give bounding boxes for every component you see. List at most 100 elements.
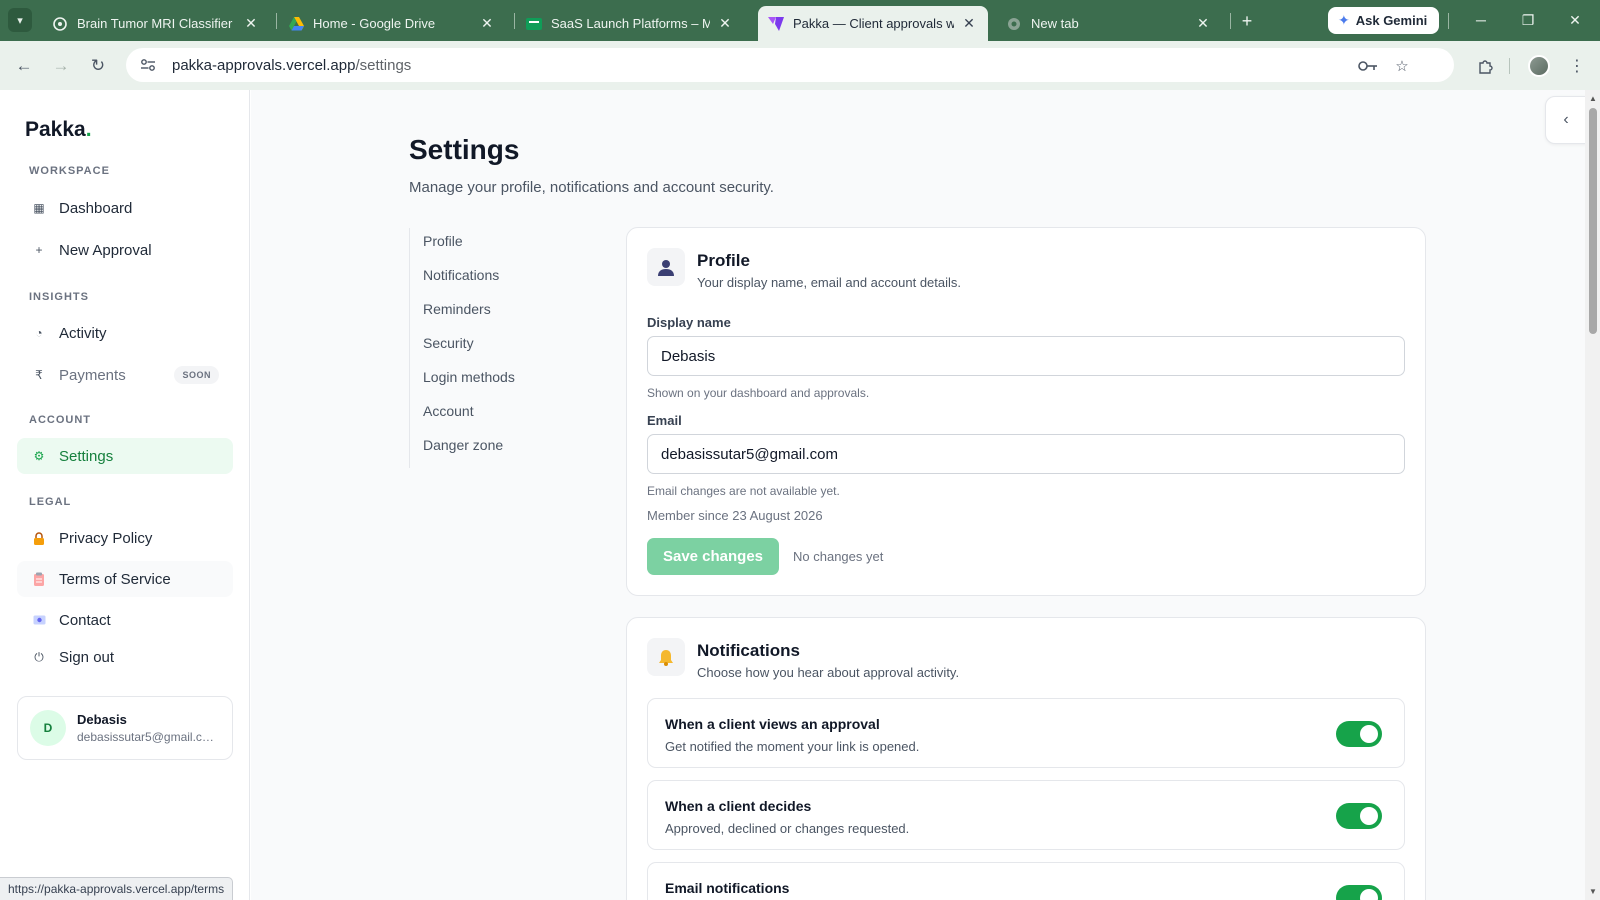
bell-icon — [647, 638, 685, 676]
tab-saas-launch[interactable]: SaaS Launch Platforms – Mast ✕ — [516, 6, 744, 41]
email-hint: Email changes are not available yet. — [647, 484, 840, 498]
scroll-thumb[interactable] — [1589, 108, 1597, 334]
member-since: Member since 23 August 2026 — [647, 508, 823, 523]
tab-pakka-active[interactable]: Pakka — Client approvals wit ✕ — [758, 6, 988, 41]
close-tab-icon[interactable]: ✕ — [478, 15, 496, 33]
back-arrow-icon[interactable]: ← — [11, 53, 37, 79]
gear-icon: ⚙ — [33, 449, 45, 463]
profile-avatar-icon[interactable] — [1528, 55, 1550, 77]
notif-title: Email notifications — [665, 880, 790, 896]
sidebar-item-label: Contact — [59, 611, 111, 629]
new-tab-plus-icon[interactable]: + — [1236, 10, 1258, 32]
reload-icon[interactable]: ↻ — [85, 53, 111, 79]
chrome-favicon-icon — [1006, 16, 1022, 32]
toggle-client-views[interactable] — [1336, 721, 1382, 747]
sidebar-item-new-approval[interactable]: + New Approval — [17, 232, 233, 268]
subnav-login-methods[interactable]: Login methods — [423, 369, 515, 385]
sidebar-item-label: Settings — [59, 447, 114, 465]
sidebar-item-label: Sign out — [59, 648, 115, 666]
display-name-hint: Shown on your dashboard and approvals. — [647, 386, 870, 400]
section-label-workspace: WORKSPACE — [29, 165, 110, 177]
tab-separator — [1230, 13, 1231, 29]
close-tab-icon[interactable]: ✕ — [716, 15, 734, 33]
restore-icon[interactable]: ❐ — [1515, 8, 1541, 32]
page-scrollbar[interactable]: ▲ ▼ — [1585, 90, 1600, 900]
avatar: D — [30, 710, 66, 746]
user-card[interactable]: D Debasis debasissutar5@gmail.com — [17, 696, 233, 760]
user-name: Debasis — [77, 712, 127, 727]
subnav-reminders[interactable]: Reminders — [423, 301, 491, 317]
sidebar-item-privacy[interactable]: Privacy Policy — [17, 520, 233, 556]
subnav-security[interactable]: Security — [423, 335, 474, 351]
collapse-panel-chevron-icon[interactable]: ‹ — [1545, 96, 1587, 144]
clipboard-icon — [31, 572, 47, 586]
ask-gemini-label: Ask Gemini — [1355, 13, 1428, 28]
card-description: Your display name, email and account det… — [697, 275, 962, 290]
sidebar-item-label: Payments — [59, 366, 126, 384]
save-status: No changes yet — [793, 549, 884, 564]
subnav-profile[interactable]: Profile — [423, 233, 463, 249]
notif-description: Approved, declined or changes requested. — [665, 821, 910, 836]
password-key-icon[interactable] — [1358, 56, 1378, 76]
site-info-icon[interactable] — [134, 58, 162, 72]
app-sidebar: Pakka. WORKSPACE ▦ Dashboard + New Appro… — [0, 90, 250, 900]
address-bar[interactable]: pakka-approvals.vercel.app/settings ☆ — [126, 48, 1454, 82]
tab-title: Home - Google Drive — [313, 16, 436, 31]
section-label-account: ACCOUNT — [29, 414, 91, 426]
display-name-input[interactable] — [647, 336, 1405, 376]
sidebar-item-payments[interactable]: ₹ Payments SOON — [17, 357, 233, 393]
toggle-client-decides[interactable] — [1336, 803, 1382, 829]
pakka-logo[interactable]: Pakka. — [25, 118, 92, 142]
card-description: Choose how you hear about approval activ… — [697, 665, 960, 680]
tab-google-drive[interactable]: Home - Google Drive ✕ — [278, 6, 506, 41]
email-field[interactable] — [647, 434, 1405, 474]
close-tab-icon[interactable]: ✕ — [960, 15, 978, 33]
tab-separator — [514, 13, 515, 29]
logo-text: Pakka — [25, 118, 86, 141]
sidebar-item-settings[interactable]: ⚙ Settings — [17, 438, 233, 474]
grid-icon: ▦ — [33, 201, 45, 215]
forward-arrow-icon[interactable]: → — [48, 53, 74, 79]
notif-title: When a client decides — [665, 798, 812, 814]
logo-dot: . — [85, 118, 92, 141]
sidebar-item-activity[interactable]: ◔ Activity — [17, 315, 233, 351]
tab-brain-tumor[interactable]: Brain Tumor MRI Classifier ✕ — [42, 6, 270, 41]
save-changes-button[interactable]: Save changes — [647, 538, 779, 575]
tab-title: Brain Tumor MRI Classifier — [77, 16, 233, 31]
subnav-notifications[interactable]: Notifications — [423, 267, 499, 283]
flag-favicon-icon — [526, 16, 542, 32]
close-tab-icon[interactable]: ✕ — [1194, 15, 1212, 33]
tab-search-chevron-icon[interactable]: ▾ — [8, 8, 32, 32]
scroll-down-icon[interactable]: ▼ — [1589, 887, 1597, 896]
bookmark-star-icon[interactable]: ☆ — [1392, 56, 1412, 76]
notif-row-email: Email notifications — [647, 862, 1405, 900]
extensions-puzzle-icon[interactable] — [1473, 53, 1499, 79]
sidebar-item-signout[interactable]: ⏻ Sign out — [17, 639, 233, 675]
settings-subnav: Profile Notifications Reminders Security… — [409, 228, 569, 468]
ask-gemini-button[interactable]: ✦ Ask Gemini — [1328, 7, 1440, 34]
sidebar-item-label: New Approval — [59, 241, 152, 259]
sidebar-item-terms[interactable]: Terms of Service — [17, 561, 233, 597]
power-icon: ⏻ — [34, 649, 44, 664]
sidebar-item-dashboard[interactable]: ▦ Dashboard — [17, 190, 233, 226]
url-text: pakka-approvals.vercel.app/settings — [172, 57, 411, 74]
sidebar-item-label: Dashboard — [59, 199, 133, 217]
more-menu-icon[interactable]: ⋮ — [1564, 53, 1590, 79]
sidebar-item-label: Privacy Policy — [59, 529, 153, 547]
pakka-favicon-icon — [768, 16, 784, 32]
toggle-email-notifications[interactable] — [1336, 885, 1382, 900]
sidebar-item-contact[interactable]: Contact — [17, 602, 233, 638]
close-window-icon[interactable]: ✕ — [1562, 8, 1588, 32]
user-email: debasissutar5@gmail.com — [77, 730, 217, 744]
toolbar-divider — [1509, 58, 1510, 74]
subnav-danger-zone[interactable]: Danger zone — [423, 437, 503, 453]
tab-new-tab[interactable]: New tab ✕ — [996, 6, 1222, 41]
sidebar-item-label: Activity — [59, 324, 107, 342]
minimize-icon[interactable]: ─ — [1468, 8, 1494, 32]
display-name-label: Display name — [647, 315, 731, 330]
sidebar-item-label: Terms of Service — [59, 570, 171, 588]
tab-title: SaaS Launch Platforms – Mast — [551, 16, 710, 31]
scroll-up-icon[interactable]: ▲ — [1589, 94, 1597, 103]
close-tab-icon[interactable]: ✕ — [242, 15, 260, 33]
subnav-account[interactable]: Account — [423, 403, 474, 419]
